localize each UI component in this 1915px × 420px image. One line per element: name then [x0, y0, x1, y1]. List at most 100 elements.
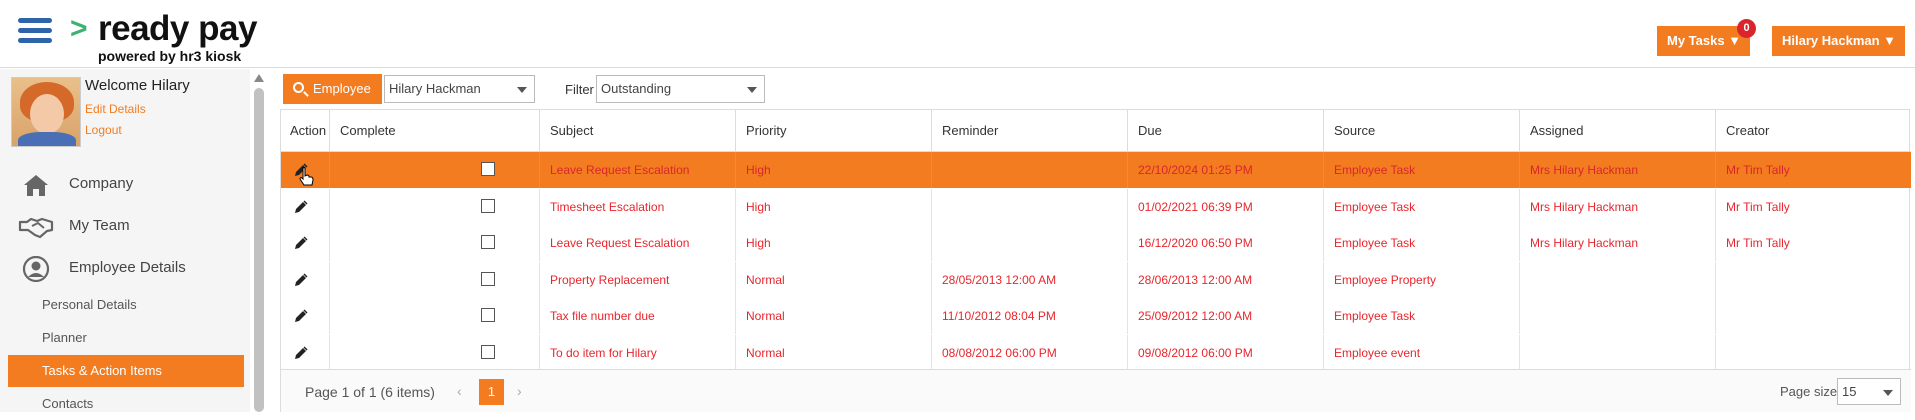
reminder-cell: [931, 225, 1127, 261]
sidebar-item-company[interactable]: Company: [18, 169, 243, 201]
brand-name: ready pay: [98, 9, 257, 48]
creator-cell: Mr Tim Tally: [1715, 188, 1911, 225]
sidebar-item-employee-details[interactable]: Employee Details: [18, 253, 243, 285]
assigned-cell: [1519, 334, 1715, 371]
complete-cell: [329, 334, 539, 371]
home-icon: [24, 175, 48, 196]
sidebar-item-label: Employee Details: [69, 259, 186, 276]
reminder-cell: 08/08/2012 06:00 PM: [931, 334, 1127, 371]
column-header-priority[interactable]: Priority: [735, 110, 931, 152]
complete-checkbox[interactable]: [481, 271, 495, 286]
app-header: > ready pay powered by hr3 kiosk My Task…: [0, 0, 1915, 68]
complete-checkbox[interactable]: [481, 162, 495, 176]
complete-cell: [329, 152, 539, 188]
priority-cell: Normal: [735, 298, 931, 334]
reminder-cell: 28/05/2013 12:00 AM: [931, 261, 1127, 298]
column-header-action[interactable]: Action: [281, 110, 329, 152]
page-size-value: 15: [1842, 384, 1857, 399]
column-header-creator[interactable]: Creator: [1715, 110, 1911, 152]
pencil-edit-icon[interactable]: [294, 309, 308, 323]
next-page-icon[interactable]: ›: [517, 383, 522, 399]
user-menu-button[interactable]: Hilary Hackman ▼: [1772, 26, 1905, 56]
table-row[interactable]: Tax file number due Normal 11/10/2012 08:0…: [281, 298, 1911, 334]
creator-cell: [1715, 334, 1911, 371]
table-row[interactable]: Leave Request Escalation High 22/10/2024 0…: [281, 152, 1911, 188]
page-number-button[interactable]: 1: [479, 379, 504, 405]
source-cell: Employee Property: [1323, 261, 1519, 298]
logout-link[interactable]: Logout: [85, 123, 122, 137]
pencil-edit-icon[interactable]: [294, 236, 308, 250]
assigned-cell: Mrs Hilary Hackman: [1519, 152, 1715, 188]
column-header-subject[interactable]: Subject: [539, 110, 735, 152]
column-header-assigned[interactable]: Assigned: [1519, 110, 1715, 152]
table-row[interactable]: Timesheet Escalation High 01/02/2021 06:39…: [281, 188, 1911, 225]
column-header-complete[interactable]: Complete: [329, 110, 539, 152]
priority-cell: High: [735, 188, 931, 225]
filter-label: Filter: [565, 82, 594, 97]
handshake-icon: [18, 217, 54, 239]
employee-button-label: Employee: [313, 81, 371, 96]
due-cell: 28/06/2013 12:00 AM: [1127, 261, 1323, 298]
scroll-up-icon[interactable]: [254, 74, 264, 82]
sidebar-item-tasks[interactable]: Tasks & Action Items: [8, 355, 244, 387]
edit-details-link[interactable]: Edit Details: [85, 102, 146, 116]
brand-mark: >: [70, 12, 88, 45]
logo[interactable]: > ready pay powered by hr3 kiosk: [70, 10, 260, 66]
sidebar-item-planner[interactable]: Planner: [8, 322, 244, 354]
due-cell: 01/02/2021 06:39 PM: [1127, 188, 1323, 225]
pencil-edit-icon[interactable]: [294, 345, 308, 360]
pencil-edit-icon[interactable]: [294, 272, 308, 287]
creator-cell: Mr Tim Tally: [1715, 225, 1911, 261]
complete-checkbox[interactable]: [481, 308, 495, 322]
column-header-due[interactable]: Due: [1127, 110, 1323, 152]
action-cell: [281, 262, 329, 298]
pencil-edit-icon[interactable]: [294, 199, 308, 214]
subject-cell: Leave Request Escalation: [539, 152, 735, 188]
sidebar-item-label: Company: [69, 175, 134, 192]
table-row[interactable]: Leave Request Escalation High 16/12/2020 0…: [281, 225, 1911, 261]
column-header-source[interactable]: Source: [1323, 110, 1519, 152]
due-cell: 16/12/2020 06:50 PM: [1127, 225, 1323, 261]
pager: Page 1 of 1 (6 items) ‹ 1 › Page size: 1…: [281, 369, 1911, 412]
employee-select[interactable]: Hilary Hackman: [384, 75, 535, 103]
complete-cell: [329, 261, 539, 298]
action-cell: [281, 189, 329, 225]
priority-cell: High: [735, 152, 931, 188]
sidebar-item-personal-details[interactable]: Personal Details: [8, 289, 244, 321]
filter-select-value: Outstanding: [601, 81, 672, 96]
welcome-text: Welcome Hilary: [85, 77, 190, 94]
page-size-select[interactable]: 15: [1837, 378, 1901, 405]
column-header-reminder[interactable]: Reminder: [931, 110, 1127, 152]
scrollbar-thumb[interactable]: [254, 88, 264, 412]
complete-checkbox[interactable]: [481, 235, 495, 249]
reminder-cell: [931, 152, 1127, 188]
chevron-down-icon: [747, 87, 757, 93]
sidebar-item-contacts[interactable]: Contacts: [8, 388, 244, 420]
assigned-cell: [1519, 298, 1715, 334]
hamburger-menu-icon[interactable]: [18, 18, 52, 48]
sidebar-item-label: My Team: [69, 217, 130, 234]
assigned-cell: [1519, 261, 1715, 298]
table-row[interactable]: Property Replacement Normal 28/05/2013 12:…: [281, 261, 1911, 298]
priority-cell: Normal: [735, 334, 931, 371]
pager-info: Page 1 of 1 (6 items): [305, 384, 435, 400]
complete-checkbox[interactable]: [481, 344, 495, 359]
employee-select-value: Hilary Hackman: [389, 81, 481, 96]
source-cell: Employee Task: [1323, 298, 1519, 334]
creator-cell: [1715, 298, 1911, 334]
sidebar-item-my-team[interactable]: My Team: [18, 211, 243, 243]
table-row[interactable]: To do item for Hilary Normal 08/08/2012 06…: [281, 334, 1911, 371]
subject-cell: To do item for Hilary: [539, 334, 735, 371]
action-cell: [281, 225, 329, 261]
action-cell: [281, 298, 329, 334]
subject-cell: Leave Request Escalation: [539, 225, 735, 261]
search-icon: [293, 82, 304, 93]
employee-search-button[interactable]: Employee: [283, 74, 382, 104]
source-cell: Employee Task: [1323, 225, 1519, 261]
complete-checkbox[interactable]: [481, 198, 495, 213]
previous-page-icon[interactable]: ‹: [457, 383, 462, 399]
my-tasks-button[interactable]: My Tasks ▼: [1657, 26, 1750, 56]
filter-select[interactable]: Outstanding: [596, 75, 765, 103]
subject-cell: Tax file number due: [539, 298, 735, 334]
avatar: [11, 77, 81, 147]
